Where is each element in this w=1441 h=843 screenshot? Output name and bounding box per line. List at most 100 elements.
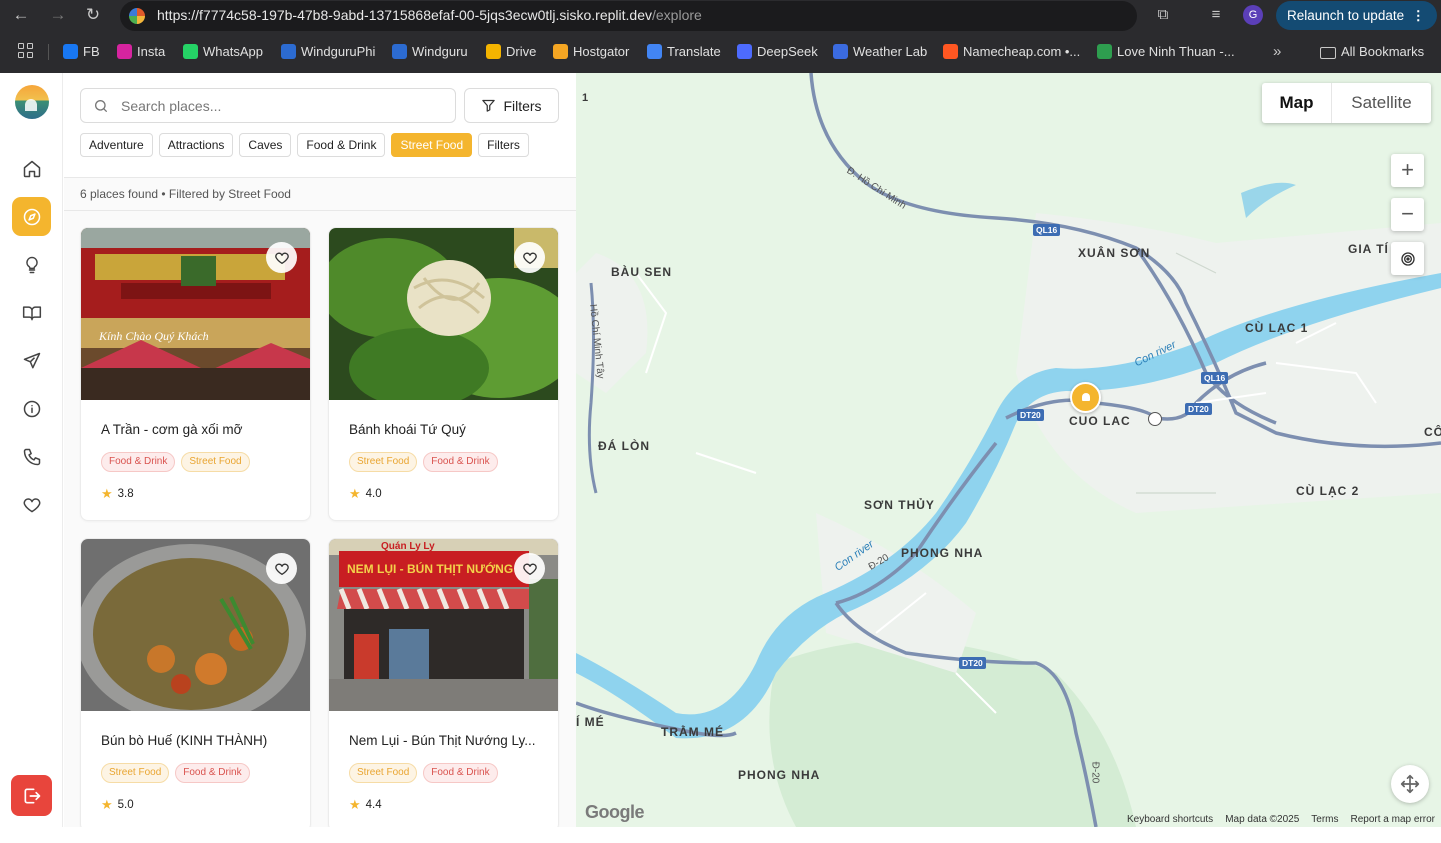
search-input[interactable] [121,96,441,116]
chip-attractions[interactable]: Attractions [158,133,234,157]
map-place-label: PHONG NHA [738,768,821,782]
tag-street-food: Street Food [349,452,418,472]
my-location-button[interactable] [1391,242,1424,275]
all-bookmarks-button[interactable]: All Bookmarks [1320,43,1424,61]
app-logo[interactable] [15,85,49,119]
place-tags: Street Food Food & Drink [349,452,498,472]
zoom-out-button[interactable]: − [1391,198,1424,231]
map-view[interactable]: 1 BÀU SEN XUÂN SƠN GIA TÍ CÙ LẠC 1 CUO L… [576,73,1441,827]
bookmark-item[interactable]: FB [63,43,100,61]
more-bookmarks-icon[interactable]: » [1273,43,1281,61]
place-marker[interactable] [1070,382,1101,413]
bookmark-item[interactable]: DeepSeek [737,43,818,61]
place-tags: Street Food Food & Drink [349,763,498,783]
sidebar-item-contact[interactable] [12,437,51,476]
fullscreen-button[interactable] [1391,765,1429,803]
favorite-button[interactable] [514,553,545,584]
search-box[interactable] [80,88,456,123]
tag-food-drink: Food & Drink [175,763,250,783]
map-place-label: XUÂN SƠN [1078,246,1151,260]
app-root: Filters AdventureAttractionsCavesFood & … [0,73,1441,843]
bookmark-item[interactable]: Drive [486,43,536,61]
map-type-satellite-button[interactable]: Satellite [1332,83,1431,123]
map-data-text: Map data ©2025 [1225,814,1300,825]
bookmark-favicon-icon [1097,44,1112,59]
bookmark-label: Translate [667,44,721,59]
book-icon [22,305,41,320]
map-type-map-button[interactable]: Map [1262,83,1332,123]
sidebar-item-ideas[interactable] [12,245,51,284]
rating-value: 4.0 [365,488,382,500]
bookmark-item[interactable]: Weather Lab [833,43,927,61]
favorite-button[interactable] [266,553,297,584]
forward-icon[interactable]: → [46,4,70,26]
zoom-in-button[interactable]: + [1391,154,1424,187]
place-name: Bánh khoái Tứ Quý [349,422,466,437]
bookmark-label: DeepSeek [757,44,818,59]
media-controls-icon[interactable]: ≡ [1205,4,1227,26]
favorite-button[interactable] [514,242,545,273]
favorite-button[interactable] [266,242,297,273]
logout-icon [24,788,40,803]
rating-value: 3.8 [117,488,134,500]
bookmark-item[interactable]: WindguruPhi [281,43,375,61]
plane-icon [23,352,40,368]
place-name: A Trần - cơm gà xối mỡ [101,422,243,437]
bookmark-item[interactable]: Translate [647,43,721,61]
map-place-label: CÔ [1424,425,1441,439]
logout-button[interactable] [11,775,52,816]
chip-adventure[interactable]: Adventure [80,133,153,157]
bus-stop-icon[interactable] [1148,412,1162,426]
divider [64,210,576,211]
chip-street-food[interactable]: Street Food [391,133,473,157]
sidebar-item-favorites[interactable] [12,485,51,524]
tag-street-food: Street Food [349,763,418,783]
heart-icon [274,563,289,575]
terms-link[interactable]: Terms [1311,814,1338,825]
map-place-label: SƠN THỦY [864,498,935,512]
bookmark-label: WindguruPhi [301,44,376,59]
extensions-icon[interactable]: ⧉ [1152,4,1174,26]
sidebar-item-info[interactable] [12,389,51,428]
sidebar-item-trips[interactable] [12,341,51,380]
map-attribution: Keyboard shortcuts Map data ©2025 Terms … [1127,814,1435,825]
chip-food-drink[interactable]: Food & Drink [297,133,386,157]
bookmark-item[interactable]: Windguru [392,43,468,61]
bookmark-item[interactable]: Hostgator [553,43,629,61]
keyboard-shortcuts-link[interactable]: Keyboard shortcuts [1127,814,1213,825]
url-text: https://f7774c58-197b-47b8-9abd-13715868… [157,7,702,23]
reload-icon[interactable]: ↻ [81,4,105,26]
place-card[interactable]: Bún bò Huế (KINH THÀNH) Street Food Food… [80,538,311,827]
profile-avatar[interactable]: G [1243,5,1263,25]
bookmark-item[interactable]: WhatsApp [183,43,263,61]
report-error-link[interactable]: Report a map error [1351,814,1435,825]
bookmark-label: Hostgator [573,44,630,59]
address-bar[interactable]: https://f7774c58-197b-47b8-9abd-13715868… [120,1,1137,31]
bookmark-item[interactable]: Namecheap.com •... [943,43,1080,61]
sidebar-item-home[interactable] [12,149,51,188]
rating-value: 4.4 [365,799,382,811]
sidebar [0,73,63,827]
relaunch-button[interactable]: Relaunch to update ⋮ [1276,1,1437,30]
star-icon: ★ [101,797,113,812]
back-icon[interactable]: ← [9,4,33,26]
filters-button[interactable]: Filters [464,88,559,123]
more-menu-icon[interactable]: ⋮ [1412,1,1426,30]
bookmark-favicon-icon [63,44,78,59]
chip-filters[interactable]: Filters [478,133,529,157]
bookmark-item[interactable]: Insta [117,43,165,61]
photo-sign-text: NEM LỤI - BÚN THỊT NƯỚNG [347,561,513,576]
bookmark-favicon-icon [737,44,752,59]
place-card[interactable]: Bánh khoái Tứ Quý Street Food Food & Dri… [328,227,559,521]
tag-street-food: Street Food [101,763,170,783]
bookmark-favicon-icon [117,44,132,59]
sidebar-item-guides[interactable] [12,293,51,332]
map-place-label: BÀU SEN [611,265,673,279]
chip-caves[interactable]: Caves [239,133,292,157]
place-card[interactable]: Kính Chào Quý Khách A Trần - cơm gà xối … [80,227,311,521]
bookmark-favicon-icon [647,44,662,59]
place-card[interactable]: Quán Ly Ly NEM LỤI - BÚN THỊT NƯỚNG Nem … [328,538,559,827]
sidebar-item-explore[interactable] [12,197,51,236]
bookmark-favicon-icon [183,44,198,59]
bookmark-item[interactable]: Love Ninh Thuan -... [1097,43,1235,61]
